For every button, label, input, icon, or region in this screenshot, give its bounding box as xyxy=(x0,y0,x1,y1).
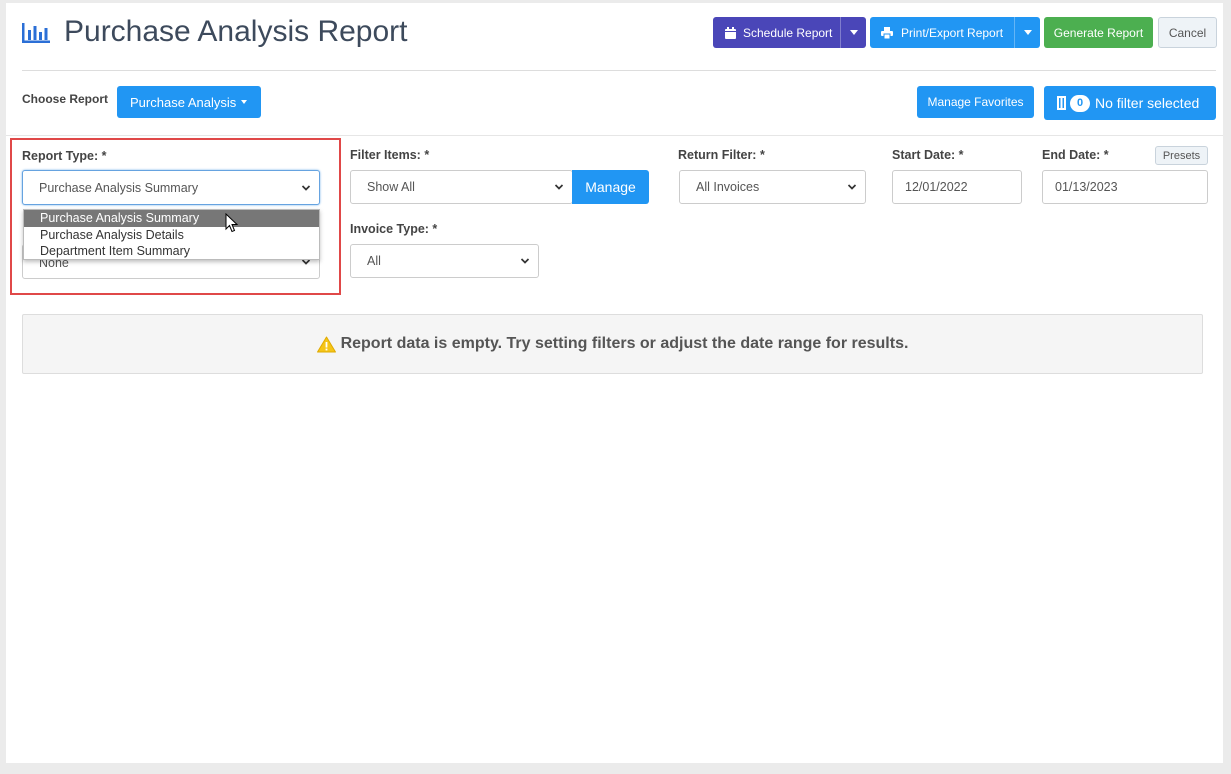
invoice-type-select[interactable]: All xyxy=(350,244,539,278)
toolbar-divider xyxy=(6,135,1223,136)
header-divider xyxy=(22,70,1216,71)
choose-report-button[interactable]: Purchase Analysis xyxy=(117,86,261,118)
warning-icon xyxy=(316,336,336,352)
invoice-type-value: All xyxy=(367,254,381,268)
filter-count-badge: 0 xyxy=(1070,94,1090,112)
filter-items-value: Show All xyxy=(367,180,415,194)
schedule-report-dropdown-toggle[interactable] xyxy=(840,17,866,48)
chevron-down-icon xyxy=(554,184,564,190)
print-export-dropdown-toggle[interactable] xyxy=(1014,17,1040,48)
chevron-down-icon xyxy=(520,258,530,264)
cancel-button[interactable]: Cancel xyxy=(1158,17,1217,48)
highlight-box xyxy=(10,138,341,295)
filter-items-select[interactable]: Show All xyxy=(350,170,573,204)
bar-chart-icon xyxy=(22,23,50,43)
print-export-report-button[interactable]: Print/Export Report xyxy=(870,17,1040,48)
start-date-label: Start Date: * xyxy=(892,148,964,162)
return-filter-value: All Invoices xyxy=(696,180,760,194)
report-page: Purchase Analysis Report Schedule Report… xyxy=(6,3,1223,763)
filter-icon xyxy=(1057,96,1066,110)
calendar-icon xyxy=(725,26,736,39)
choose-report-value: Purchase Analysis xyxy=(130,94,237,110)
filter-summary-label: No filter selected xyxy=(1095,95,1200,111)
page-title: Purchase Analysis Report xyxy=(64,15,408,48)
schedule-report-button[interactable]: Schedule Report xyxy=(713,17,866,48)
caret-down-icon xyxy=(849,30,858,35)
schedule-report-label: Schedule Report xyxy=(743,25,833,40)
chevron-down-icon xyxy=(847,184,857,190)
caret-down-icon xyxy=(241,100,248,104)
print-export-report-label: Print/Export Report xyxy=(901,25,1004,40)
return-filter-select[interactable]: All Invoices xyxy=(679,170,866,204)
generate-report-button[interactable]: Generate Report xyxy=(1044,17,1153,48)
presets-button[interactable]: Presets xyxy=(1155,146,1208,165)
return-filter-label: Return Filter: * xyxy=(678,148,765,162)
printer-icon xyxy=(881,26,893,39)
choose-report-label: Choose Report xyxy=(22,92,109,106)
filter-items-label: Filter Items: * xyxy=(350,148,430,162)
manage-favorites-button[interactable]: Manage Favorites xyxy=(917,86,1034,118)
manage-filter-items-button[interactable]: Manage xyxy=(572,170,649,204)
caret-down-icon xyxy=(1023,30,1032,35)
empty-report-alert: Report data is empty. Try setting filter… xyxy=(22,314,1203,374)
empty-report-message: Report data is empty. Try setting filter… xyxy=(340,335,909,352)
start-date-input[interactable]: 12/01/2022 xyxy=(892,170,1022,204)
end-date-label: End Date: * xyxy=(1042,148,1109,162)
filter-summary-button[interactable]: 0 No filter selected xyxy=(1044,86,1216,120)
end-date-input[interactable]: 01/13/2023 xyxy=(1042,170,1208,204)
invoice-type-label: Invoice Type: * xyxy=(350,222,438,236)
